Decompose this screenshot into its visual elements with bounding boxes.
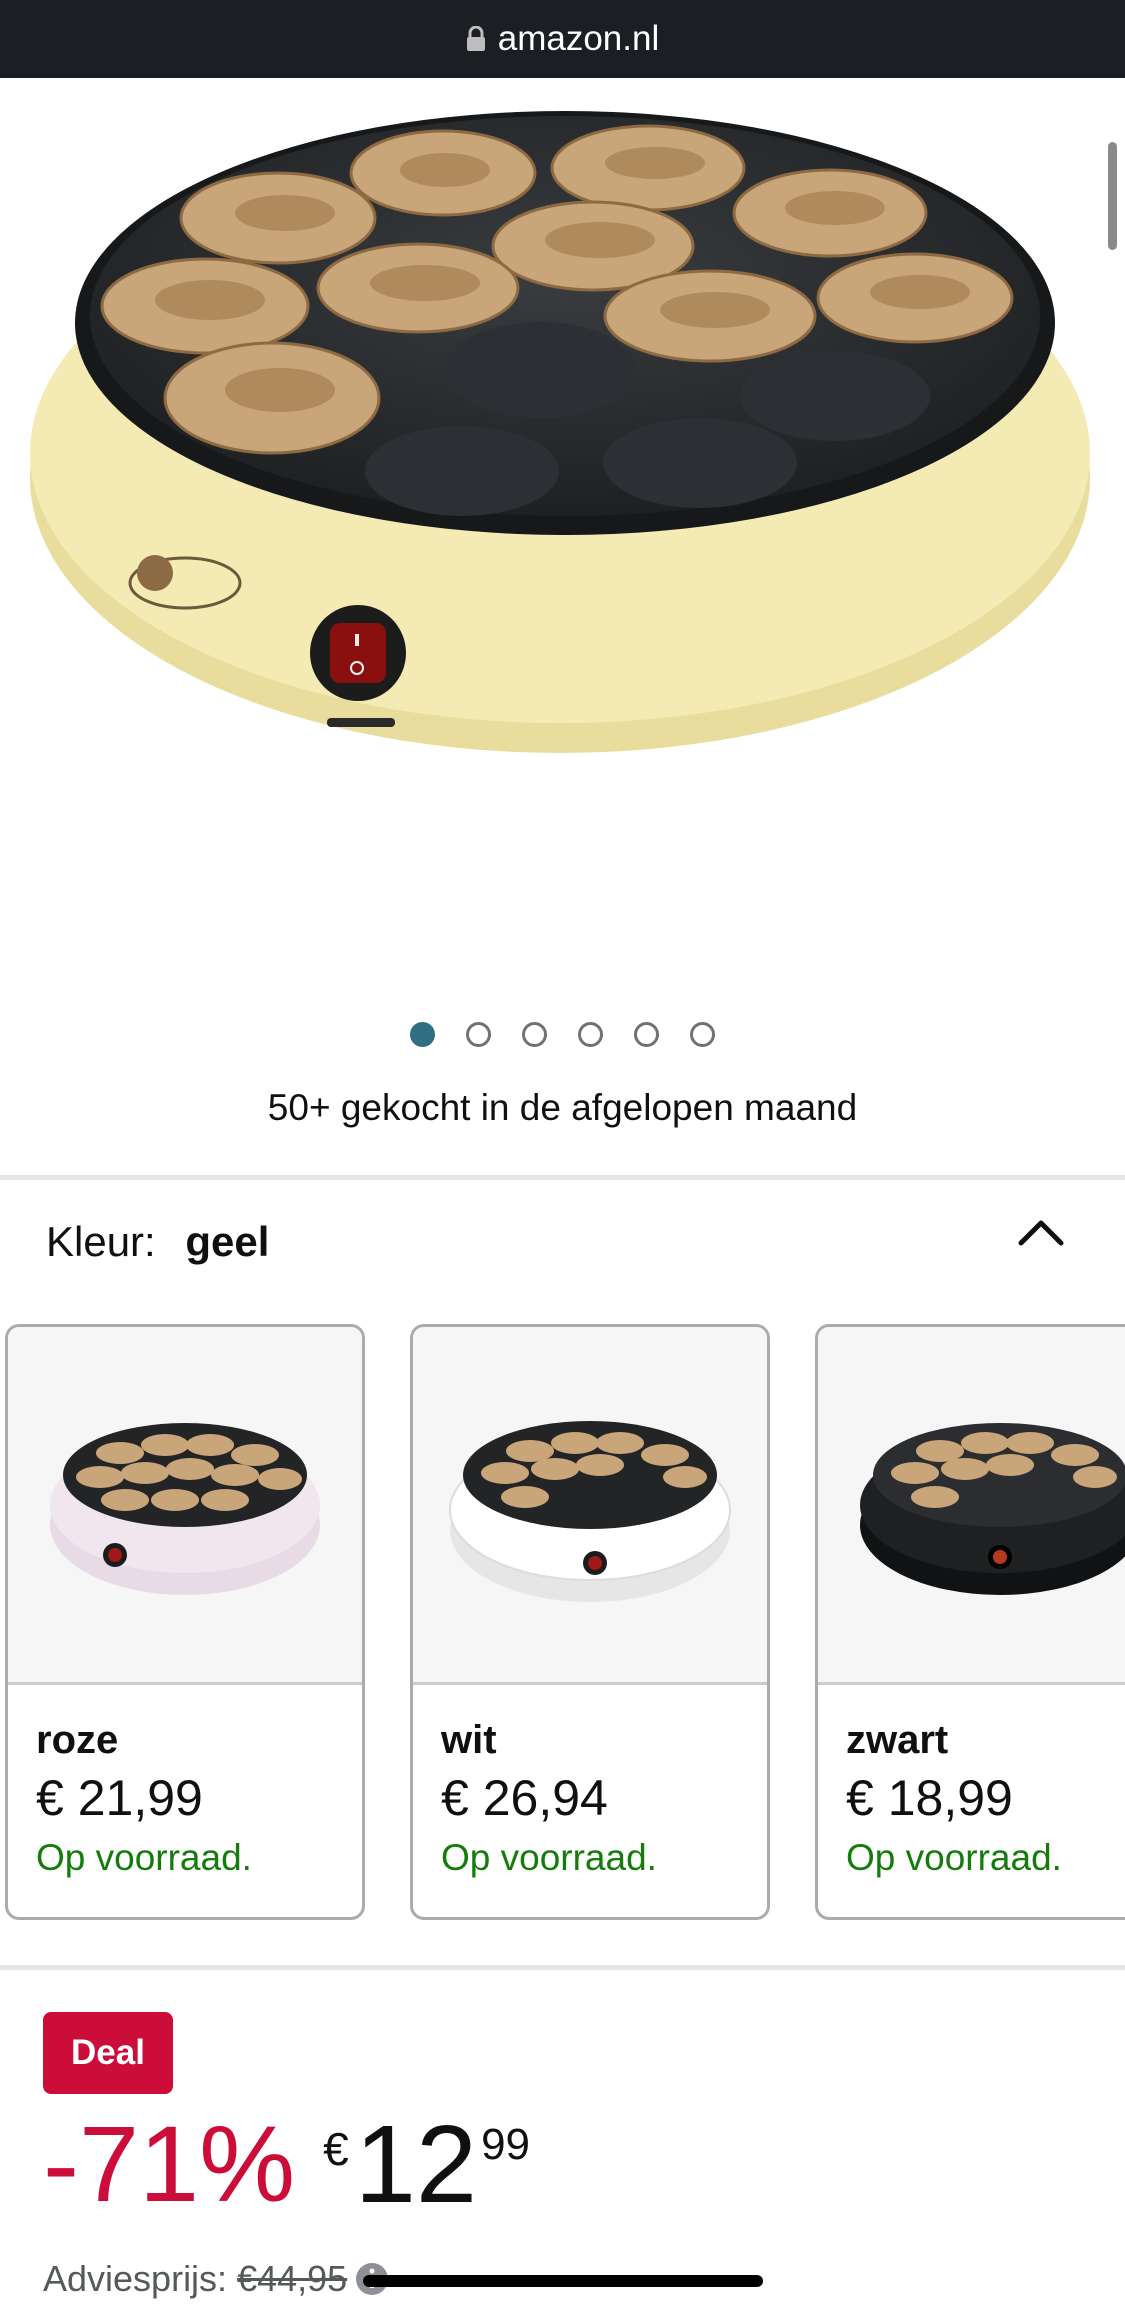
chevron-up-icon[interactable]	[1015, 1213, 1067, 1258]
discount-percent: -71%	[43, 2103, 296, 2224]
address-bar[interactable]: amazon.nl	[0, 0, 1125, 78]
variant-thumbnail	[8, 1327, 362, 1685]
variant-price: € 18,99	[846, 1770, 1013, 1826]
variant-name: wit	[441, 1718, 497, 1762]
variant-stock: Op voorraad.	[846, 1837, 1062, 1878]
gallery-pagination[interactable]	[0, 1022, 1125, 1047]
product-image[interactable]	[0, 78, 1125, 968]
list-price-value: €44,95	[237, 2258, 348, 2299]
variant-header: Kleur: geel	[46, 1218, 269, 1266]
variant-label: Kleur:	[46, 1218, 156, 1265]
variant-option-wit[interactable]: wit € 26,94 Op voorraad.	[410, 1324, 770, 1920]
variant-option-zwart[interactable]: zwart € 18,99 Op voorraad.	[815, 1324, 1125, 1920]
gallery-dot-5[interactable]	[634, 1022, 659, 1047]
variant-price: € 21,99	[36, 1770, 203, 1826]
variant-stock: Op voorraad.	[441, 1837, 657, 1878]
variant-thumbnail	[413, 1327, 767, 1685]
variant-name: roze	[36, 1718, 119, 1762]
variant-thumbnail	[818, 1327, 1125, 1685]
deal-badge: Deal	[43, 2012, 173, 2094]
home-indicator[interactable]	[363, 2275, 763, 2287]
lock-icon	[466, 26, 486, 52]
section-divider	[0, 1965, 1125, 1970]
section-divider	[0, 1175, 1125, 1180]
price-whole: 12	[354, 2103, 478, 2226]
list-price-label: Adviesprijs:	[43, 2258, 228, 2299]
price-block: -71% € 12 99	[43, 2110, 530, 2220]
variant-option-roze[interactable]: roze € 21,99 Op voorraad.	[5, 1324, 365, 1920]
bought-count-text: 50+ gekocht in de afgelopen maand	[267, 1087, 858, 1128]
variant-stock: Op voorraad.	[36, 1837, 252, 1878]
gallery-dot-3[interactable]	[522, 1022, 547, 1047]
gallery-dot-6[interactable]	[690, 1022, 715, 1047]
price-currency: €	[323, 2123, 349, 2175]
variant-price: € 26,94	[441, 1770, 608, 1826]
variant-name: zwart	[846, 1718, 949, 1762]
price-fraction: 99	[481, 2120, 531, 2169]
gallery-dot-1[interactable]	[410, 1022, 435, 1047]
gallery-dot-4[interactable]	[578, 1022, 603, 1047]
list-price-row: Adviesprijs: €44,95	[43, 2258, 389, 2300]
gallery-dot-2[interactable]	[466, 1022, 491, 1047]
domain-text: amazon.nl	[497, 19, 660, 58]
variant-selected-value: geel	[185, 1218, 270, 1265]
